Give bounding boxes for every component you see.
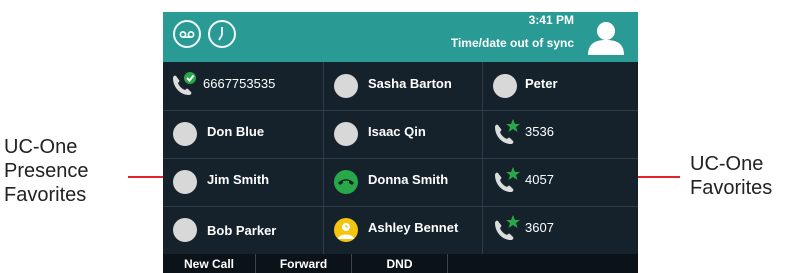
favorite-star-phone-icon bbox=[495, 215, 520, 240]
speed-dial-favorite[interactable]: 3536 bbox=[483, 110, 638, 158]
presence-favorite[interactable]: Bob Parker bbox=[163, 206, 323, 254]
contact-name: Jim Smith bbox=[207, 172, 270, 187]
presence-favorite[interactable]: Jim Smith bbox=[163, 158, 323, 206]
presence-favorite[interactable]: Ashley Bennet bbox=[324, 206, 482, 254]
presence-on-phone-icon bbox=[334, 170, 358, 194]
presence-unknown-icon bbox=[334, 74, 358, 98]
annotation-presence-favorites: UC-One Presence Favorites bbox=[4, 135, 89, 207]
favorites-row: Jim Smith Donna Smith 4057 bbox=[163, 158, 638, 206]
new-call-softkey[interactable]: New Call bbox=[163, 254, 255, 273]
clock-time: 3:41 PM bbox=[528, 13, 574, 27]
phone-check-icon bbox=[173, 72, 196, 95]
forward-softkey[interactable]: Forward bbox=[256, 254, 351, 273]
status-bar: 3:41 PM Time/date out of sync bbox=[163, 12, 638, 62]
favorite-number: 3536 bbox=[525, 124, 554, 139]
favorite-contact[interactable]: Sasha Barton bbox=[324, 62, 482, 110]
favorites-row: 6667753535 Sasha Barton Peter bbox=[163, 62, 638, 110]
presence-unknown-icon bbox=[334, 122, 358, 146]
annotation-line: UC-One bbox=[4, 136, 78, 158]
voicemail-icon bbox=[179, 31, 195, 38]
contact-name: Isaac Qin bbox=[368, 124, 426, 139]
annotation-line: Favorites bbox=[4, 184, 87, 206]
voicemail-button[interactable] bbox=[173, 20, 201, 48]
line-key-own-number[interactable]: 6667753535 bbox=[163, 62, 323, 110]
left-callout-connector bbox=[128, 176, 164, 178]
presence-away-icon bbox=[334, 218, 358, 242]
presence-unknown-icon bbox=[173, 122, 197, 146]
speed-dial-favorite[interactable]: 3607 bbox=[483, 206, 638, 254]
annotation-line: UC-One bbox=[690, 153, 764, 175]
favorite-number: 3607 bbox=[525, 220, 554, 235]
presence-unknown-icon bbox=[173, 218, 197, 242]
presence-favorite[interactable]: Donna Smith bbox=[324, 158, 482, 206]
right-callout-connector bbox=[638, 176, 680, 178]
presence-unknown-icon bbox=[173, 170, 197, 194]
contact-name: Donna Smith bbox=[368, 172, 449, 187]
softkey-bar: New Call Forward DND bbox=[163, 254, 638, 273]
dnd-softkey[interactable]: DND bbox=[352, 254, 447, 273]
presence-unknown-icon bbox=[493, 74, 517, 98]
phone-screen: 3:41 PM Time/date out of sync 6667753535… bbox=[163, 12, 638, 273]
favorites-row: Don Blue Isaac Qin 3536 bbox=[163, 110, 638, 158]
annotation-favorites: UC-One Favorites bbox=[690, 152, 772, 200]
contact-name: Sasha Barton bbox=[368, 76, 452, 91]
line-number-label: 6667753535 bbox=[203, 76, 276, 91]
presence-favorite[interactable]: Isaac Qin bbox=[324, 110, 482, 158]
favorite-contact[interactable]: Peter bbox=[483, 62, 638, 110]
contact-name: Don Blue bbox=[207, 124, 265, 139]
favorites-row: Bob Parker Ashley Bennet 3607 bbox=[163, 206, 638, 254]
history-button[interactable] bbox=[208, 20, 236, 48]
favorite-number: 4057 bbox=[525, 172, 554, 187]
contact-name: Peter bbox=[525, 76, 558, 91]
clock-icon bbox=[218, 27, 223, 41]
empty-softkey[interactable] bbox=[448, 254, 543, 273]
favorite-star-phone-icon bbox=[495, 119, 520, 144]
user-avatar-icon[interactable] bbox=[586, 19, 626, 55]
favorite-star-phone-icon bbox=[495, 167, 520, 192]
contact-name: Bob Parker bbox=[207, 223, 277, 238]
presence-favorite[interactable]: Don Blue bbox=[163, 110, 323, 158]
speed-dial-favorite[interactable]: 4057 bbox=[483, 158, 638, 206]
annotation-line: Favorites bbox=[690, 177, 773, 199]
annotation-line: Presence bbox=[4, 160, 89, 182]
sync-warning: Time/date out of sync bbox=[450, 36, 574, 50]
contact-name: Ashley Bennet bbox=[368, 220, 459, 235]
